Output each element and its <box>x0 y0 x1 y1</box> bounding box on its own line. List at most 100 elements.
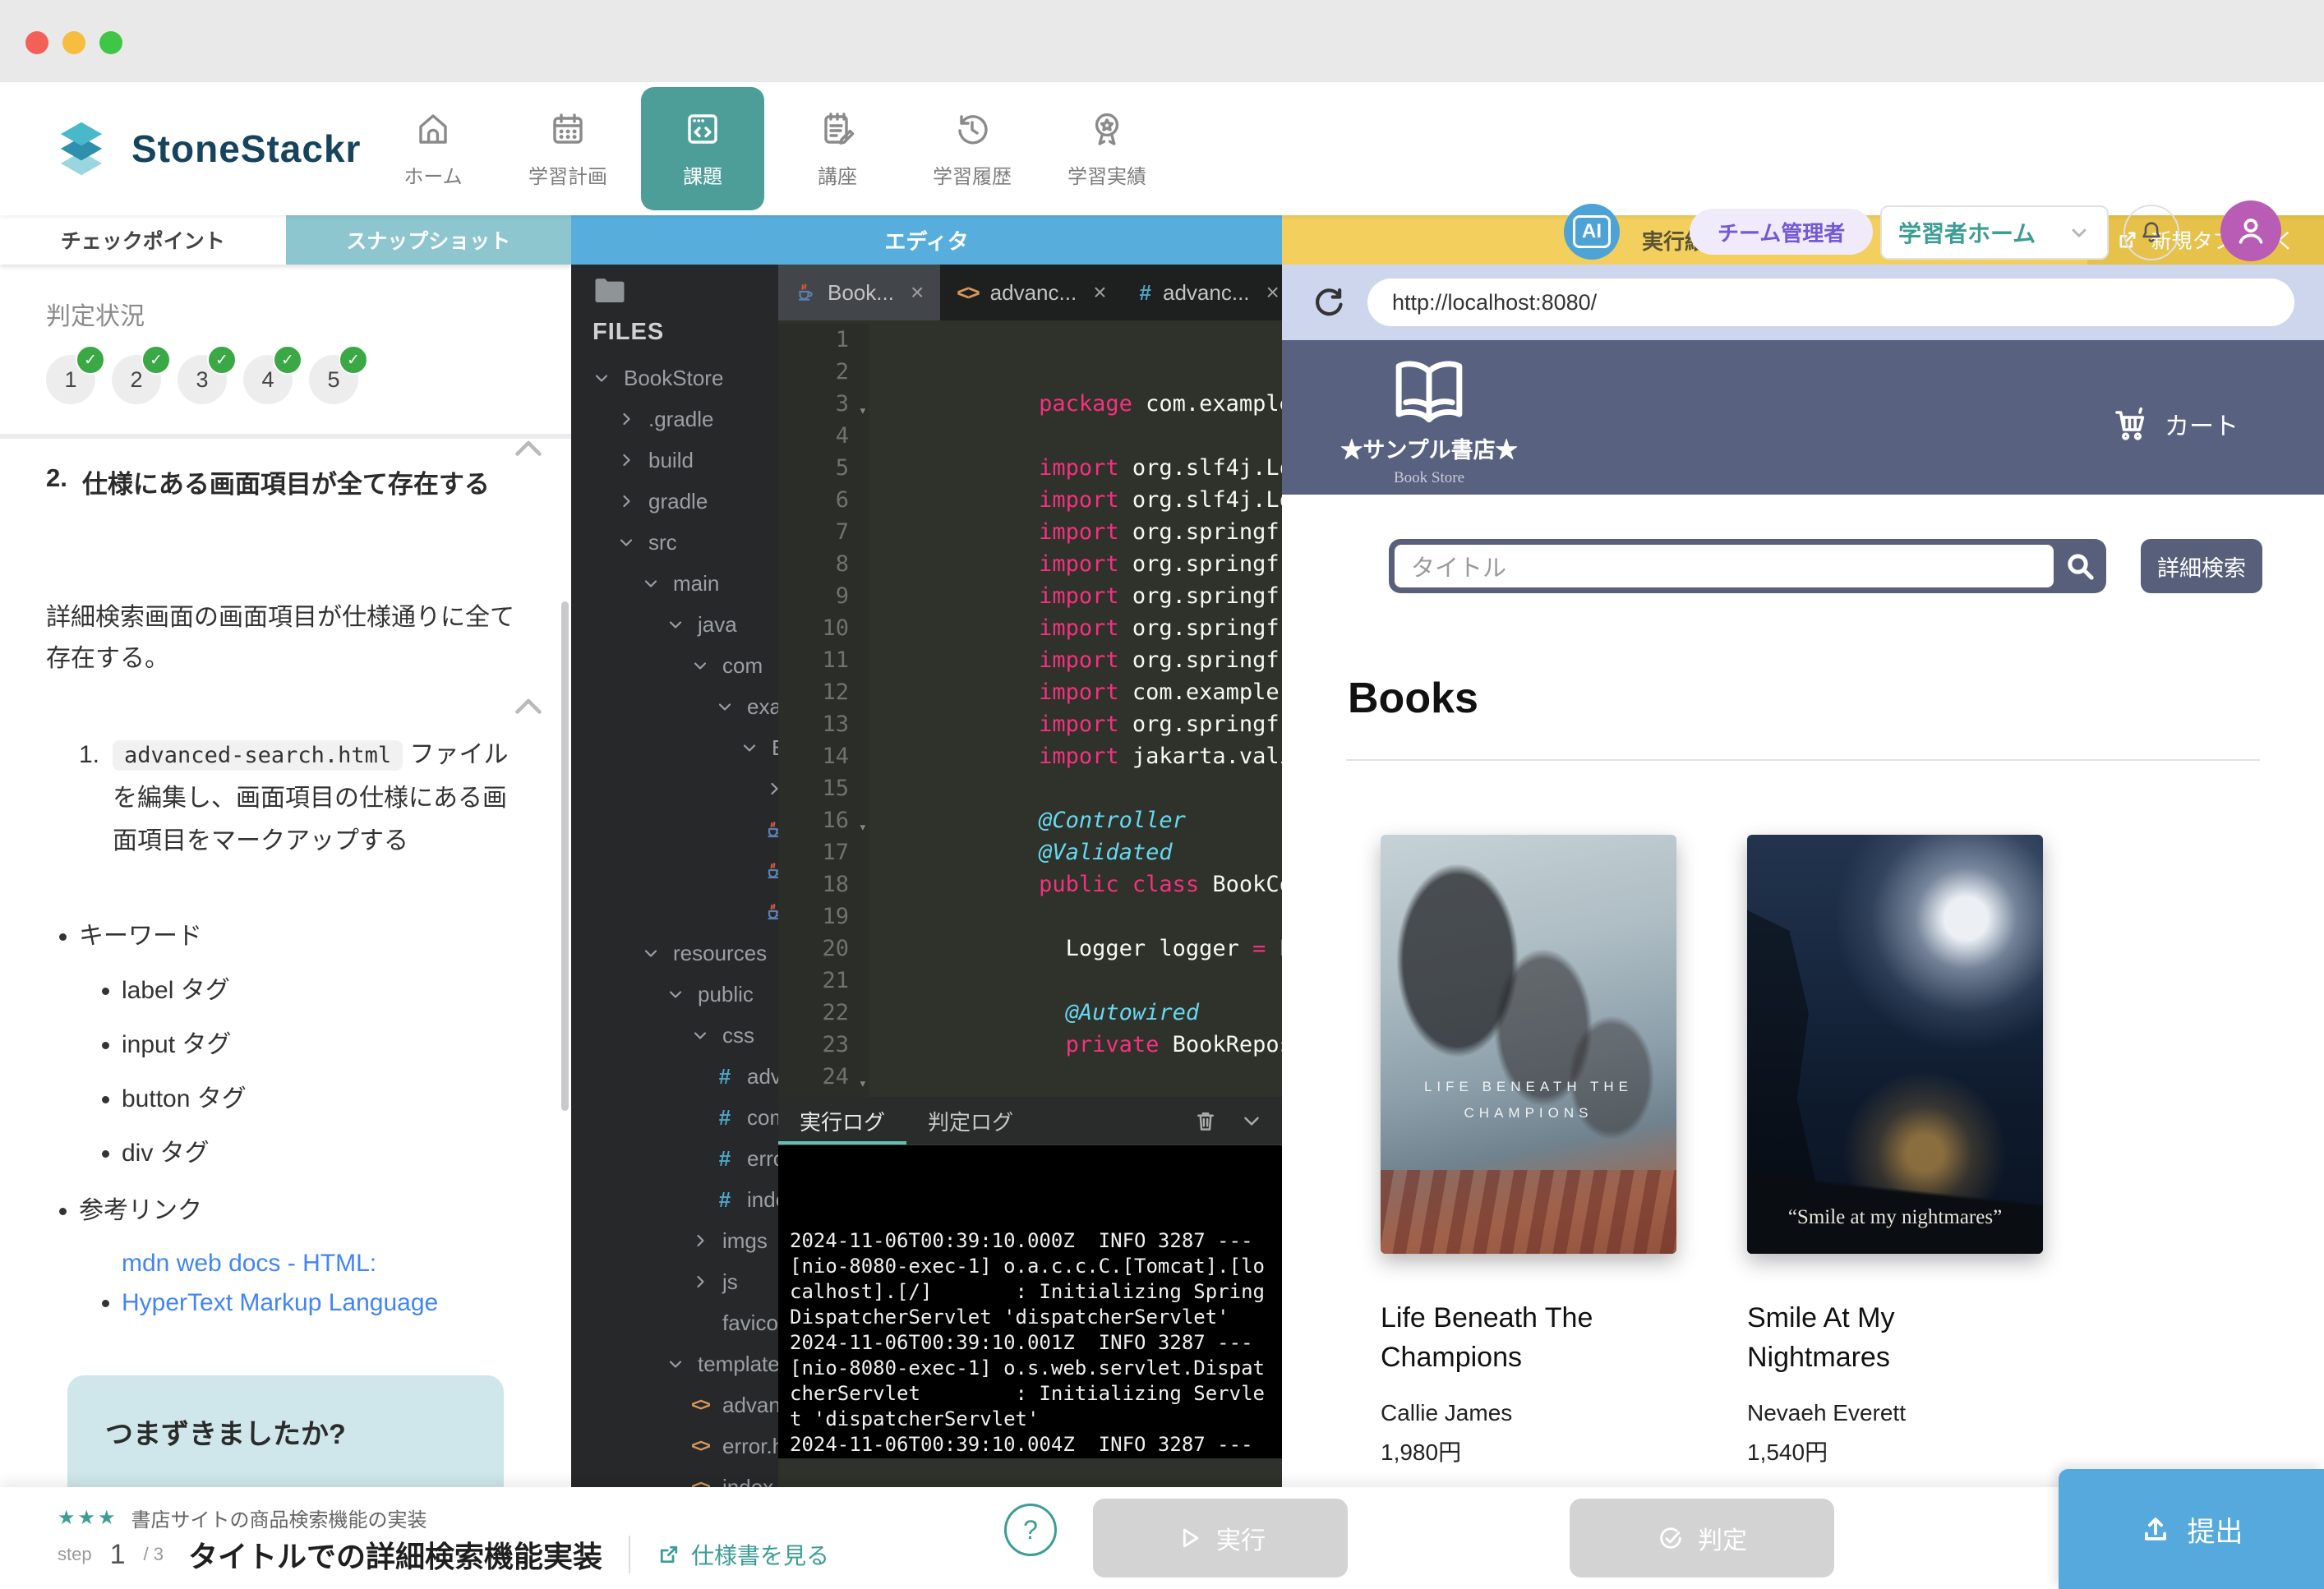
checkpoint-circle[interactable]: 3 ✓ <box>178 345 237 404</box>
collapse-step-button[interactable] <box>514 697 543 715</box>
checkpoint-number: 5 <box>327 366 340 392</box>
file-tree-row[interactable]: # <> advance <box>571 1384 778 1425</box>
open-new-tab-button[interactable]: 新規タブで開く <box>2087 215 2324 265</box>
editor-tab-java[interactable]: Book... × <box>778 265 941 320</box>
home-icon <box>419 113 447 144</box>
url-input[interactable]: http://localhost:8080/ <box>1367 279 2294 326</box>
advanced-search-button[interactable]: 詳細検索 <box>2141 539 2262 593</box>
medal-icon <box>1095 113 1119 145</box>
file-tree-row[interactable]: # <> css <box>571 1015 778 1056</box>
file-tree-row[interactable]: # <> public <box>571 974 778 1015</box>
code-line: 23 @GetMapping(value = "/") <box>778 1029 1282 1122</box>
file-tree-row[interactable]: # <> build <box>571 440 778 481</box>
log-panel: 実行ログ 判定ログ 2024-11-06T00:39:10.000Z INFO … <box>778 1097 1282 1458</box>
file-tree-row[interactable]: # <> advanc <box>571 1056 778 1097</box>
collapse-log-button[interactable] <box>1239 1108 1264 1133</box>
line-number: 5 <box>778 452 869 484</box>
file-tree-row[interactable]: # <> .gradle <box>571 398 778 440</box>
java-file-icon <box>762 902 778 922</box>
close-icon[interactable]: × <box>911 279 924 306</box>
close-window-button[interactable] <box>25 31 48 54</box>
file-tree-row[interactable]: # <> favicon. <box>571 1302 778 1343</box>
file-tree-row[interactable]: # <> comm <box>571 1097 778 1138</box>
file-tree-row[interactable]: # <> index.c <box>571 1179 778 1220</box>
file-tree-row[interactable]: # <> index.ht <box>571 1467 778 1488</box>
nav-home[interactable]: ホーム <box>371 87 495 210</box>
trash-icon <box>1197 1112 1214 1131</box>
judge-button[interactable]: 判定 <box>1570 1499 1834 1577</box>
tab-run-log[interactable]: 実行ログ <box>778 1097 906 1145</box>
mdn-link[interactable]: mdn web docs - HTML: HyperText Markup La… <box>122 1244 483 1323</box>
result-panel: 実行結果 新規タブで開く http://localhost:8080/ ★サンプ… <box>1282 215 2324 1487</box>
file-tree-row[interactable]: # <> error.htm <box>571 1425 778 1467</box>
file-tree-row[interactable]: # <> error.c <box>571 1138 778 1179</box>
search-bar: タイトル <box>1389 539 2106 593</box>
minimize-window-button[interactable] <box>62 31 85 54</box>
workspace-select[interactable]: 学習者ホーム <box>1880 205 2109 260</box>
nav-courses[interactable]: 講座 <box>776 87 899 210</box>
title-search-input[interactable]: タイトル <box>1395 545 2054 587</box>
file-tree-row[interactable]: # <> gradle <box>571 481 778 522</box>
calendar-icon <box>553 113 583 144</box>
cart-button[interactable]: カート <box>2110 404 2239 444</box>
step-item: 1. advanced-search.html ファイルを編集し、画面項目の仕様… <box>46 734 525 863</box>
file-tree-row[interactable]: # <> mode <box>571 768 778 809</box>
file-tree-row[interactable]: # <> main <box>571 563 778 604</box>
clear-log-button[interactable] <box>1193 1108 1218 1133</box>
notifications-button[interactable] <box>2123 205 2179 260</box>
file-tree-row[interactable]: # <> com <box>571 645 778 686</box>
checkpoint-circle[interactable]: 5 ✓ <box>309 345 368 404</box>
line-number: 24 <box>778 1061 869 1100</box>
submit-button[interactable]: 提出 <box>2059 1469 2324 1589</box>
file-tree-row[interactable]: # <> imgs <box>571 1220 778 1261</box>
checkpoint-circle[interactable]: 4 ✓ <box>243 345 302 404</box>
file-tree-row[interactable]: # <> src <box>571 522 778 563</box>
tab-checkpoint[interactable]: チェックポイント <box>0 215 286 265</box>
search-button[interactable] <box>2054 550 2106 583</box>
book-card[interactable]: LIFE BENEATH THE CHAMPIONS Life Beneath … <box>1381 835 1676 1467</box>
nav-assignments[interactable]: 課題 <box>641 87 764 210</box>
log-output[interactable]: 2024-11-06T00:39:10.000Z INFO 3287 --- [… <box>778 1145 1282 1458</box>
file-tree-row[interactable]: # <> Book <box>571 891 778 933</box>
ai-assistant-button[interactable]: AI <box>1564 204 1620 260</box>
book-cover[interactable]: LIFE BENEATH THE CHAMPIONS <box>1381 835 1676 1254</box>
book-card[interactable]: “Smile at my nightmares” Smile At My Nig… <box>1747 835 2043 1467</box>
brand-logo[interactable]: StoneStackr <box>46 113 361 184</box>
close-icon[interactable]: × <box>1266 279 1280 306</box>
file-tree-row[interactable]: # <> templates <box>571 1343 778 1384</box>
file-tree-row[interactable]: # <> BookS <box>571 727 778 768</box>
file-tree-row[interactable]: # <> Book <box>571 809 778 850</box>
collapse-section-button[interactable] <box>514 439 543 457</box>
nav-learning-plan[interactable]: 学習計画 <box>506 87 629 210</box>
file-tree-row[interactable]: # <> java <box>571 604 778 645</box>
editor-tab-css[interactable]: # advanc... × <box>1123 265 1282 320</box>
checkpoint-panel-scrollbar[interactable] <box>561 601 569 1111</box>
nav-achievements[interactable]: 学習実績 <box>1045 87 1169 210</box>
editor-tab-html[interactable]: <> advanc... × <box>940 265 1123 320</box>
tab-snapshot[interactable]: スナップショット <box>285 215 571 265</box>
book-cover-caption: LIFE BENEATH THE CHAMPIONS <box>1423 1078 1634 1121</box>
checkpoint-circle[interactable]: 1 ✓ <box>46 345 105 404</box>
file-tree-row[interactable]: # <> Book <box>571 850 778 891</box>
run-button[interactable]: 実行 <box>1093 1499 1348 1577</box>
chevron-right-icon <box>762 779 778 799</box>
close-icon[interactable]: × <box>1093 279 1106 306</box>
chevron-down-icon <box>589 368 614 388</box>
file-tree-row[interactable]: # <> example <box>571 686 778 727</box>
file-tree-row[interactable]: # <> BookStore <box>571 357 778 398</box>
help-button[interactable]: ? <box>1004 1504 1057 1556</box>
file-tree-row[interactable]: # <> js <box>571 1261 778 1302</box>
code-line-text: import com.example.BookStore.model.Book; <box>869 612 1282 705</box>
nav-learning-history[interactable]: 学習履歴 <box>911 87 1034 210</box>
user-avatar[interactable] <box>2220 200 2281 261</box>
shop-logo[interactable]: ★サンプル書店★ Book Store <box>1335 352 1524 487</box>
step-total: / 3 <box>143 1544 164 1564</box>
file-tree-label: templates <box>698 1351 778 1376</box>
refresh-button[interactable] <box>1312 285 1346 320</box>
checkpoint-circle[interactable]: 2 ✓ <box>112 345 171 404</box>
tab-judge-log[interactable]: 判定ログ <box>906 1097 1035 1145</box>
file-tree-row[interactable]: # <> resources <box>571 933 778 974</box>
zoom-window-button[interactable] <box>99 31 122 54</box>
book-cover[interactable]: “Smile at my nightmares” <box>1747 835 2043 1254</box>
view-spec-link[interactable]: 仕様書を見る <box>657 1538 829 1571</box>
